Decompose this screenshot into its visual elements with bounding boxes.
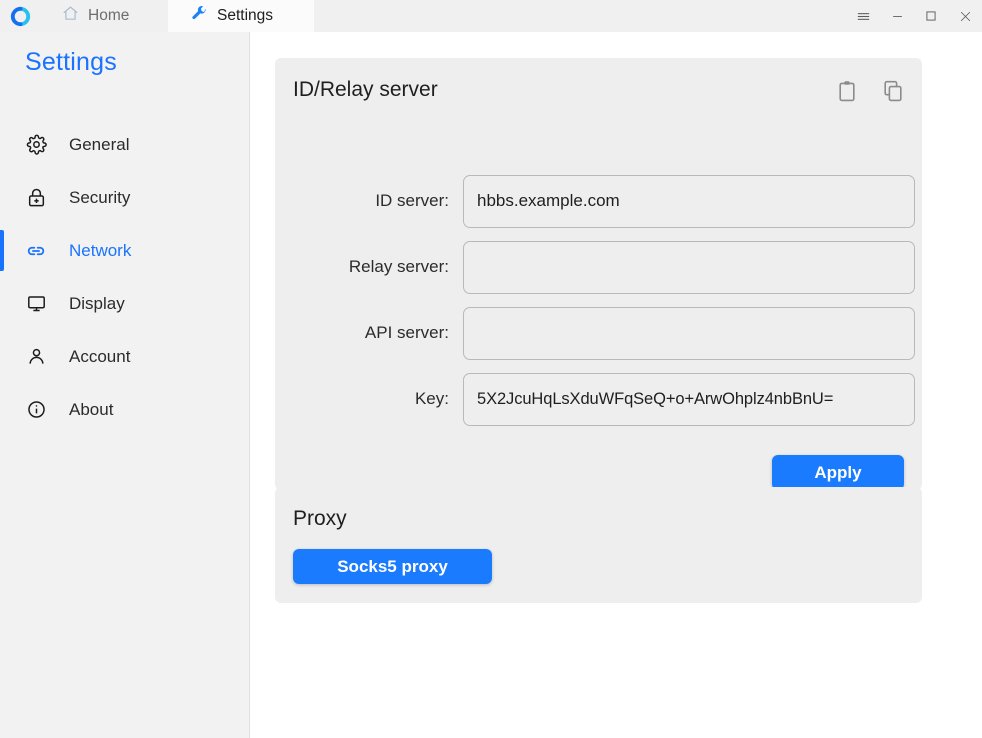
sidebar-item-label: Account [69, 347, 130, 367]
title-bar: Home Settings [0, 0, 982, 32]
lock-icon [24, 186, 48, 210]
relay-server-input[interactable] [463, 241, 915, 294]
paste-button[interactable] [832, 76, 862, 106]
apply-button[interactable]: Apply [772, 455, 904, 490]
tab-home-label: Home [88, 7, 129, 25]
sidebar-item-label: About [69, 400, 113, 420]
menu-button[interactable] [846, 0, 880, 32]
tab-settings-label: Settings [217, 7, 273, 25]
app-logo [0, 0, 40, 32]
card-title: ID/Relay server [293, 78, 438, 102]
form-row-id-server: ID server: [275, 168, 922, 234]
socks5-proxy-button[interactable]: Socks5 proxy [293, 549, 492, 584]
apply-row: Apply [772, 455, 904, 490]
titlebar-drag-area [314, 0, 846, 32]
main-content: ID/Relay server ID server: [251, 32, 982, 738]
proxy-card: Proxy Socks5 proxy [275, 487, 922, 603]
form-row-key: Key: [275, 366, 922, 432]
copy-button[interactable] [878, 76, 908, 106]
sidebar-item-network[interactable]: Network [0, 224, 250, 277]
close-icon [958, 9, 973, 24]
sidebar-item-account[interactable]: Account [0, 330, 250, 383]
sidebar-item-label: Security [69, 188, 130, 208]
sidebar-item-label: Display [69, 294, 125, 314]
tab-home[interactable]: Home [40, 0, 168, 32]
sidebar: Settings General Security [0, 32, 250, 738]
link-icon [24, 239, 48, 263]
sidebar-item-label: Network [69, 241, 131, 261]
minimize-button[interactable] [880, 0, 914, 32]
form-row-api-server: API server: [275, 300, 922, 366]
relay-server-label: Relay server: [275, 257, 463, 277]
hamburger-icon [855, 8, 872, 25]
api-server-input[interactable] [463, 307, 915, 360]
id-server-input[interactable] [463, 175, 915, 228]
id-server-label: ID server: [275, 191, 463, 211]
info-icon [24, 398, 48, 422]
id-relay-server-card: ID/Relay server ID server: [275, 58, 922, 490]
sidebar-item-about[interactable]: About [0, 383, 250, 436]
wrench-icon [190, 5, 208, 28]
card-header-actions [832, 76, 908, 106]
tab-settings[interactable]: Settings [168, 0, 314, 32]
sidebar-title: Settings [25, 48, 117, 77]
sidebar-item-general[interactable]: General [0, 118, 250, 171]
sidebar-nav: General Security Network [0, 118, 250, 436]
key-label: Key: [275, 389, 463, 409]
monitor-icon [24, 292, 48, 316]
clipboard-icon [835, 79, 859, 103]
gear-icon [24, 133, 48, 157]
window-controls [846, 0, 982, 32]
home-icon [62, 5, 79, 27]
maximize-icon [924, 9, 938, 23]
close-button[interactable] [948, 0, 982, 32]
proxy-card-title: Proxy [293, 507, 347, 531]
copy-icon [881, 79, 905, 103]
form-row-relay-server: Relay server: [275, 234, 922, 300]
minimize-icon [890, 9, 905, 24]
sidebar-item-security[interactable]: Security [0, 171, 250, 224]
key-input[interactable] [463, 373, 915, 426]
server-form: ID server: Relay server: API server: Key… [275, 168, 922, 432]
person-icon [24, 345, 48, 369]
sidebar-item-display[interactable]: Display [0, 277, 250, 330]
rustdesk-logo-icon [10, 6, 31, 27]
api-server-label: API server: [275, 323, 463, 343]
sidebar-item-label: General [69, 135, 129, 155]
maximize-button[interactable] [914, 0, 948, 32]
